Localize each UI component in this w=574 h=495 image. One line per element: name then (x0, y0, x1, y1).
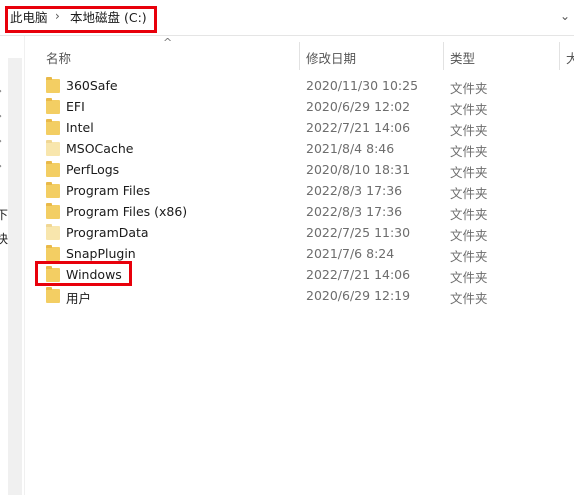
column-modified[interactable]: 修改日期 (306, 48, 356, 67)
file-name: 用户 (66, 291, 92, 306)
file-modified: 2020/11/30 10:25 (306, 78, 419, 93)
nav-expand-chevron-icon[interactable]: › (0, 161, 2, 172)
folder-icon (46, 161, 60, 177)
nav-item-quick[interactable]: 快 (0, 230, 8, 247)
folder-icon (46, 203, 60, 219)
file-type: 文件夹 (450, 165, 488, 180)
table-row[interactable]: ProgramData 2022/7/25 11:30 文件夹 (24, 222, 574, 243)
file-name: MSOCache (66, 141, 134, 156)
file-modified: 2020/6/29 12:02 (306, 99, 411, 114)
folder-icon (46, 77, 60, 93)
file-type: 文件夹 (450, 228, 488, 243)
address-bar[interactable]: 此电脑 › 本地磁盘 (C:) ⌄ (0, 0, 574, 36)
file-name: Windows (66, 267, 122, 282)
file-type: 文件夹 (450, 144, 488, 159)
file-type: 文件夹 (450, 270, 488, 285)
file-type: 文件夹 (450, 186, 488, 201)
file-modified: 2022/7/21 14:06 (306, 267, 411, 282)
table-row[interactable]: 360Safe 2020/11/30 10:25 文件夹 (24, 75, 574, 96)
file-name: 360Safe (66, 78, 118, 93)
column-divider[interactable] (299, 42, 300, 70)
file-type: 文件夹 (450, 249, 488, 264)
table-row[interactable]: Windows 2022/7/21 14:06 文件夹 (24, 264, 574, 285)
table-row[interactable]: EFI 2020/6/29 12:02 文件夹 (24, 96, 574, 117)
breadcrumb-local-disk-c[interactable]: 本地磁盘 (C:) (70, 10, 147, 26)
table-row[interactable]: Program Files (x86) 2022/8/3 17:36 文件夹 (24, 201, 574, 222)
folder-hidden-icon (46, 224, 60, 240)
column-header: ^ 名称 修改日期 类型 大 (24, 36, 574, 74)
column-type[interactable]: 类型 (450, 48, 475, 67)
file-name: PerfLogs (66, 162, 120, 177)
folder-icon (46, 287, 60, 303)
table-row[interactable]: 用户 2020/6/29 12:19 文件夹 (24, 285, 574, 306)
column-divider[interactable] (559, 42, 560, 70)
nav-scrollbar[interactable] (8, 58, 22, 495)
file-type: 文件夹 (450, 81, 488, 96)
nav-expand-chevron-icon[interactable]: › (0, 111, 2, 122)
file-modified: 2020/6/29 12:19 (306, 288, 411, 303)
sort-ascending-icon: ^ (163, 36, 173, 49)
folder-icon (46, 119, 60, 135)
column-size[interactable]: 大 (566, 48, 574, 67)
file-modified: 2022/7/21 14:06 (306, 120, 411, 135)
navigation-pane[interactable]: › › › › 下 快 (0, 36, 25, 495)
column-name[interactable]: 名称 (46, 48, 71, 67)
file-modified: 2021/7/6 8:24 (306, 246, 395, 261)
table-row[interactable]: SnapPlugin 2021/7/6 8:24 文件夹 (24, 243, 574, 264)
breadcrumb-separator-icon[interactable]: › (55, 9, 60, 23)
file-name: Intel (66, 120, 94, 135)
folder-icon (46, 245, 60, 261)
column-divider[interactable] (443, 42, 444, 70)
nav-item-downloads[interactable]: 下 (0, 206, 8, 223)
file-name: SnapPlugin (66, 246, 136, 261)
nav-expand-chevron-icon[interactable]: › (0, 136, 2, 147)
file-modified: 2022/8/3 17:36 (306, 204, 403, 219)
folder-hidden-icon (46, 140, 60, 156)
file-modified: 2021/8/4 8:46 (306, 141, 395, 156)
file-name: Program Files (66, 183, 151, 198)
file-type: 文件夹 (450, 102, 488, 117)
file-name: Program Files (x86) (66, 204, 188, 219)
file-modified: 2020/8/10 18:31 (306, 162, 411, 177)
folder-icon (46, 98, 60, 114)
table-row[interactable]: PerfLogs 2020/8/10 18:31 文件夹 (24, 159, 574, 180)
table-row[interactable]: MSOCache 2021/8/4 8:46 文件夹 (24, 138, 574, 159)
table-row[interactable]: Program Files 2022/8/3 17:36 文件夹 (24, 180, 574, 201)
file-modified: 2022/8/3 17:36 (306, 183, 403, 198)
nav-expand-chevron-icon[interactable]: › (0, 86, 2, 97)
breadcrumb-this-pc[interactable]: 此电脑 (10, 10, 48, 26)
table-row[interactable]: Intel 2022/7/21 14:06 文件夹 (24, 117, 574, 138)
folder-icon (46, 266, 60, 282)
file-type: 文件夹 (450, 123, 488, 138)
file-modified: 2022/7/25 11:30 (306, 225, 411, 240)
file-type: 文件夹 (450, 291, 488, 306)
folder-icon (46, 182, 60, 198)
file-name: ProgramData (66, 225, 149, 240)
address-history-chevron-icon[interactable]: ⌄ (560, 9, 570, 23)
file-type: 文件夹 (450, 207, 488, 222)
file-name: EFI (66, 99, 85, 114)
